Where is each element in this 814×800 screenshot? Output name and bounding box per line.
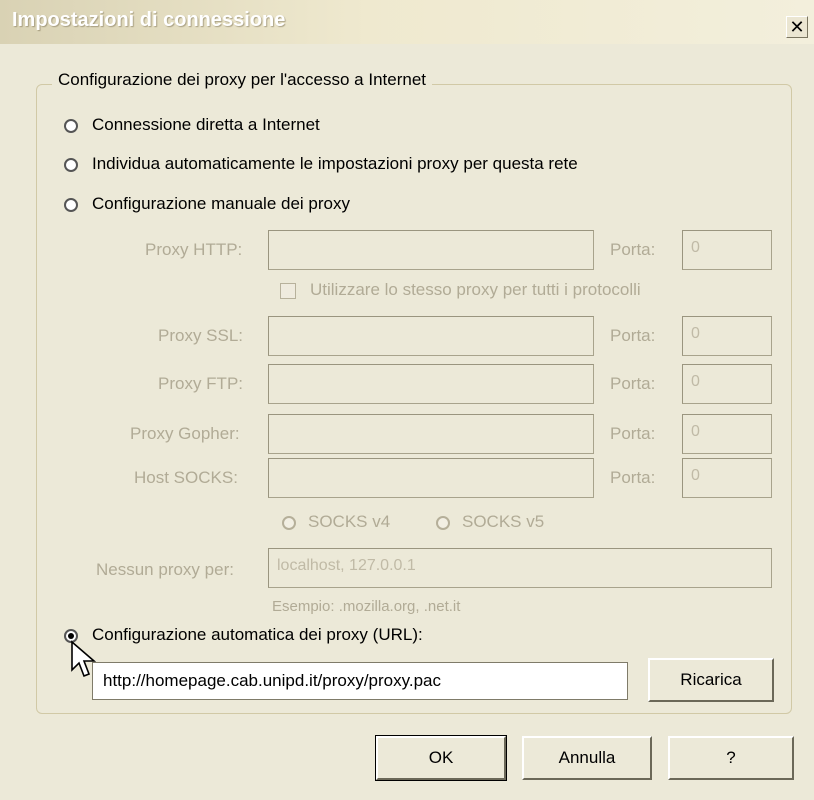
reload-button[interactable]: Ricarica [648, 658, 774, 702]
cancel-button[interactable]: Annulla [522, 736, 652, 780]
help-button[interactable]: ? [668, 736, 794, 780]
gopher-proxy-label: Proxy Gopher: [130, 424, 240, 443]
socks-port-label: Porta: [610, 468, 656, 487]
http-port-input[interactable]: 0 [682, 230, 772, 270]
http-proxy-input[interactable] [268, 230, 594, 270]
ok-button-label: OK [428, 748, 454, 767]
socks-v5-label: SOCKS v5 [462, 512, 545, 531]
radio-auto-detect-label: Individua automaticamente le impostazion… [92, 154, 578, 173]
help-button-label: ? [726, 748, 736, 767]
http-proxy-label: Proxy HTTP: [145, 240, 243, 259]
reload-button-label: Ricarica [680, 670, 742, 689]
same-proxy-checkbox[interactable] [280, 283, 296, 299]
socks-port-input[interactable]: 0 [682, 458, 772, 498]
mouse-pointer-icon [71, 640, 96, 678]
ssl-port-input[interactable]: 0 [682, 316, 772, 356]
groupbox-legend: Configurazione dei proxy per l'accesso a… [52, 70, 433, 90]
socks-v4-label: SOCKS v4 [308, 512, 391, 531]
ssl-proxy-label: Proxy SSL: [158, 326, 244, 345]
no-proxy-label: Nessun proxy per: [96, 560, 234, 579]
gopher-port-input[interactable]: 0 [682, 414, 772, 454]
same-proxy-label: Utilizzare lo stesso proxy per tutti i p… [310, 280, 641, 299]
close-button[interactable]: ✕ [786, 16, 808, 38]
gopher-port-label: Porta: [610, 424, 656, 443]
radio-auto-detect[interactable] [64, 158, 78, 172]
ftp-proxy-input[interactable] [268, 364, 594, 404]
radio-socks-v4[interactable] [282, 516, 296, 530]
radio-direct-label: Connessione diretta a Internet [92, 115, 320, 134]
radio-auto-config-label: Configurazione automatica dei proxy (URL… [92, 625, 423, 644]
ssl-proxy-input[interactable] [268, 316, 594, 356]
gopher-proxy-input[interactable] [268, 414, 594, 454]
ssl-port-label: Porta: [610, 326, 656, 345]
close-icon: ✕ [789, 17, 805, 37]
cancel-button-label: Annulla [558, 748, 616, 767]
http-port-label: Porta: [610, 240, 656, 259]
no-proxy-example: Esempio: .mozilla.org, .net.it [272, 598, 461, 615]
radio-selected-dot [68, 633, 74, 639]
socks-host-input[interactable] [268, 458, 594, 498]
pac-url-input[interactable]: http://homepage.cab.unipd.it/proxy/proxy… [92, 662, 628, 700]
radio-direct-connection[interactable] [64, 119, 78, 133]
radio-manual-label: Configurazione manuale dei proxy [92, 194, 350, 213]
radio-socks-v5[interactable] [436, 516, 450, 530]
ftp-port-input[interactable]: 0 [682, 364, 772, 404]
ftp-port-label: Porta: [610, 374, 656, 393]
ftp-proxy-label: Proxy FTP: [158, 374, 244, 393]
window-title: Impostazioni di connessione [12, 9, 286, 31]
ok-button[interactable]: OK [375, 735, 507, 781]
no-proxy-input[interactable]: localhost, 127.0.0.1 [268, 548, 772, 588]
title-bar: Impostazioni di connessione ✕ [0, 0, 814, 44]
radio-manual-proxy[interactable] [64, 198, 78, 212]
socks-host-label: Host SOCKS: [134, 468, 238, 487]
